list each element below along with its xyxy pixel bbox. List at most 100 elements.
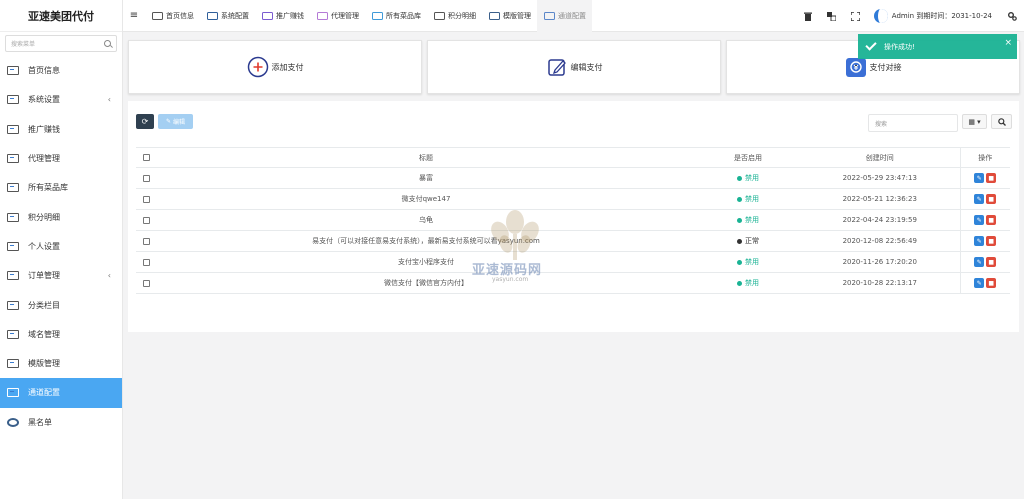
admin-info[interactable]: Admin 到期时间：2031-10-24 — [868, 9, 1000, 23]
row-status-cell: 正常 — [696, 230, 800, 252]
select-all-checkbox-cell — [136, 147, 156, 168]
status-badge[interactable]: 正常 — [737, 236, 759, 246]
status-badge[interactable]: 禁用 — [737, 173, 759, 183]
sidebar-item-label: 订单管理 — [28, 271, 60, 281]
toast-close-icon[interactable]: × — [1004, 38, 1012, 48]
header-created[interactable]: 创建时间 — [800, 147, 960, 168]
row-delete-button[interactable]: ■ — [986, 257, 997, 267]
search-icon — [997, 117, 1006, 126]
gear-icon[interactable] — [1000, 0, 1024, 32]
edit-button-label: 编辑 — [173, 119, 186, 126]
table-row[interactable]: 乌龟 禁用 2022-04-24 23:19:59 ✎ ■ — [136, 209, 1010, 231]
row-delete-button[interactable]: ■ — [986, 215, 997, 225]
sidebar-item-home[interactable]: 首页信息 — [0, 56, 122, 85]
header-enabled[interactable]: 是否启用 — [696, 147, 800, 168]
tab-7[interactable]: 通道配置 — [537, 0, 592, 32]
settings-icon — [6, 95, 20, 105]
sidebar-item-settings[interactable]: 系统设置 ‹ — [0, 85, 122, 114]
edit-payment-card[interactable]: 编辑支付 — [427, 40, 721, 94]
tab-2[interactable]: 推广赚钱 — [255, 0, 310, 32]
row-checkbox-cell — [136, 188, 156, 210]
fullscreen-icon[interactable] — [844, 0, 868, 32]
tab-3[interactable]: 代理管理 — [310, 0, 365, 32]
row-delete-button[interactable]: ■ — [986, 278, 997, 288]
grid-icon: ▦ ▾ — [968, 117, 981, 126]
row-delete-button[interactable]: ■ — [986, 194, 997, 204]
status-badge[interactable]: 禁用 — [737, 278, 759, 288]
menu-toggle-icon[interactable]: ≡ — [123, 0, 145, 32]
status-badge[interactable]: 禁用 — [737, 215, 759, 225]
tab-5[interactable]: 积分明细 — [427, 0, 482, 32]
table-row[interactable]: 暴富 禁用 2022-05-29 23:47:13 ✎ ■ — [136, 167, 1010, 189]
sidebar-item-blacklist[interactable]: 黑名单 — [0, 408, 122, 437]
columns-toggle-button[interactable]: ▦ ▾ — [962, 114, 987, 129]
header-title[interactable]: 标题 — [156, 147, 696, 168]
table-row[interactable]: 微信支付【微信官方内付】 禁用 2020-10-28 22:13:17 ✎ ■ — [136, 272, 1010, 294]
row-edit-button[interactable]: ✎ — [974, 173, 985, 183]
sidebar-item-category[interactable]: 分类栏目 — [0, 290, 122, 319]
row-actions: ✎ ■ — [959, 209, 1010, 231]
table-search-placeholder: 搜索 — [875, 120, 888, 128]
trash-icon[interactable] — [796, 0, 820, 32]
row-checkbox[interactable] — [142, 174, 150, 182]
table-row[interactable]: 易支付（可以对接任意易支付系统），最新易支付系统可以看yasyun.com 正常 2… — [136, 230, 1010, 252]
tab-0[interactable]: 首页信息 — [145, 0, 200, 32]
sidebar-item-domain[interactable]: 域名管理 — [0, 320, 122, 349]
tab-6[interactable]: 模版管理 — [482, 0, 537, 32]
pencil-icon: ✎ — [165, 118, 171, 125]
table-row[interactable]: 支付宝小程序支付 禁用 2020-11-26 17:20:20 ✎ ■ — [136, 251, 1010, 273]
sidebar-item-promote[interactable]: 推广赚钱 — [0, 115, 122, 144]
status-badge[interactable]: 禁用 — [737, 257, 759, 267]
status-text: 禁用 — [745, 279, 759, 287]
pencil-icon: ✎ — [976, 195, 982, 203]
row-checkbox[interactable] — [142, 195, 150, 203]
row-created: 2020-10-28 22:13:17 — [800, 272, 960, 294]
sidebar-item-channel[interactable]: 通道配置 — [0, 378, 122, 408]
add-payment-card[interactable]: 添加支付 — [128, 40, 422, 94]
translate-icon[interactable] — [820, 0, 844, 32]
row-edit-button[interactable]: ✎ — [974, 278, 985, 288]
row-checkbox[interactable] — [142, 237, 150, 245]
row-checkbox-cell — [136, 272, 156, 294]
sidebar-item-agent[interactable]: 代理管理 — [0, 144, 122, 173]
row-checkbox[interactable] — [142, 279, 150, 287]
channel-table-panel: ⟳ ✎ 编辑 搜索 ▦ ▾ 标题 是否启用 创建时间 操作 暴富 禁用 2022… — [128, 101, 1019, 332]
row-edit-button[interactable]: ✎ — [974, 257, 985, 267]
dish-icon — [6, 183, 20, 193]
chevron-left-icon: ‹ — [107, 271, 111, 281]
select-all-checkbox[interactable] — [142, 154, 150, 161]
tab-1[interactable]: 系统配置 — [200, 0, 255, 32]
tab-icon — [261, 11, 273, 20]
status-dot-icon — [737, 280, 742, 286]
row-edit-button[interactable]: ✎ — [974, 194, 985, 204]
row-checkbox[interactable] — [142, 258, 150, 266]
sidebar-search-input[interactable]: 搜索菜单 — [5, 35, 117, 52]
tab-label: 首页信息 — [166, 11, 194, 20]
row-edit-button[interactable]: ✎ — [974, 236, 985, 246]
sidebar-item-order[interactable]: 订单管理 ‹ — [0, 261, 122, 290]
refresh-button[interactable]: ⟳ — [136, 114, 154, 129]
row-edit-button[interactable]: ✎ — [974, 215, 985, 225]
edit-button[interactable]: ✎ 编辑 — [158, 114, 193, 129]
pencil-icon: ✎ — [976, 174, 982, 182]
sidebar-item-points[interactable]: 积分明细 — [0, 202, 122, 231]
row-status-cell: 禁用 — [696, 209, 800, 231]
table-row[interactable]: 微支付qwe147 禁用 2022-05-21 12:36:23 ✎ ■ — [136, 188, 1010, 210]
tab-icon — [371, 11, 383, 20]
table-search-input[interactable]: 搜索 — [868, 114, 958, 132]
row-checkbox[interactable] — [142, 216, 150, 224]
status-badge[interactable]: 禁用 — [737, 194, 759, 204]
row-delete-button[interactable]: ■ — [986, 236, 997, 246]
row-actions: ✎ ■ — [959, 167, 1010, 189]
sidebar-item-label: 所有菜品库 — [28, 183, 68, 193]
blacklist-icon — [6, 417, 20, 427]
row-delete-button[interactable]: ■ — [986, 173, 997, 183]
sidebar-item-template[interactable]: 模版管理 — [0, 349, 122, 378]
sidebar-item-dish[interactable]: 所有菜品库 — [0, 173, 122, 202]
row-title: 微支付qwe147 — [156, 188, 696, 210]
tab-4[interactable]: 所有菜品库 — [365, 0, 427, 32]
row-checkbox-cell — [136, 167, 156, 189]
search-button[interactable] — [991, 114, 1012, 129]
table-header-row: 标题 是否启用 创建时间 操作 — [136, 147, 1010, 168]
sidebar-item-user-settings[interactable]: 个人设置 — [0, 232, 122, 261]
